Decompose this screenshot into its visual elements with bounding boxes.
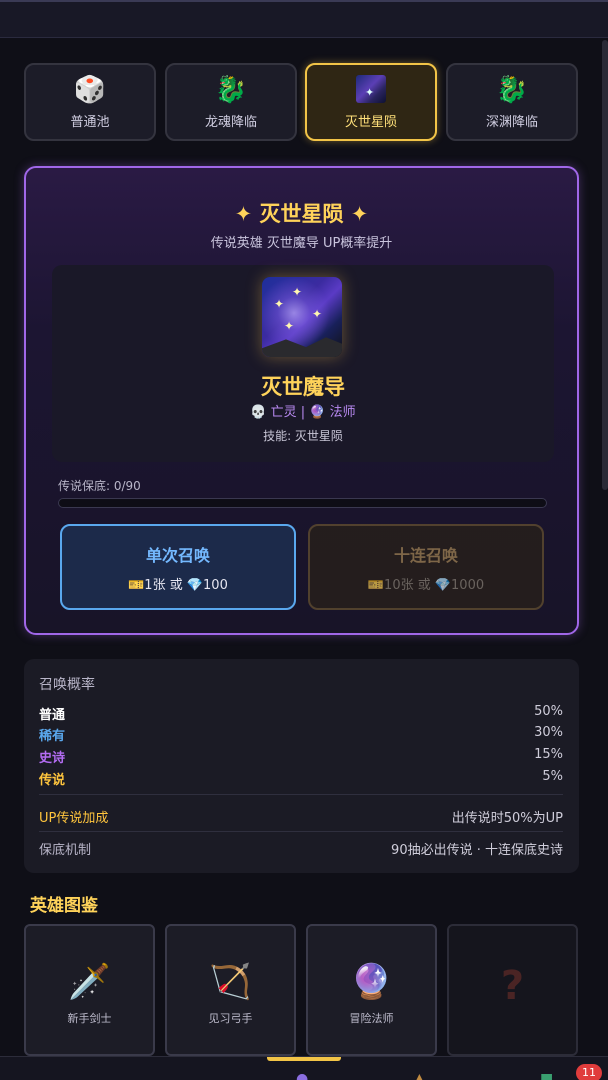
rates-title: 召唤概率	[39, 677, 95, 693]
rarity-rate: 50%	[534, 704, 563, 719]
notification-badge: 11	[576, 1064, 602, 1080]
rarity-name: 传说	[39, 773, 66, 788]
rate-row-common: 普通 50%	[39, 704, 563, 724]
single-summon-button[interactable]: 单次召唤 🎫1张 或 💎100	[60, 524, 296, 610]
pity-rule-label: 保底机制	[39, 843, 92, 858]
divider	[39, 831, 563, 832]
bottom-nav: ● ▲ ■	[0, 1056, 608, 1080]
pool-tabs: 🎲 普通池 🐉 龙魂降临 灭世星陨 🐉 深渊降临	[24, 63, 578, 141]
dice-icon: 🎲	[73, 74, 107, 105]
hero-card-archer[interactable]: 🏹 见习弓手	[165, 924, 296, 1056]
single-summon-cost: 🎫1张 或 💎100	[128, 577, 228, 593]
hero-name: 灭世魔导	[261, 375, 345, 399]
up-bonus-value: 出传说时50%为UP	[451, 811, 563, 826]
question-icon: ?	[500, 963, 525, 1009]
up-bonus-row: UP传说加成 出传说时50%为UP	[39, 807, 563, 827]
home-nav-icon[interactable]: ▲	[414, 1071, 425, 1080]
starfall-icon	[356, 74, 386, 108]
top-bar	[0, 0, 608, 38]
rarity-name: 普通	[39, 708, 66, 723]
rarity-rate: 5%	[542, 769, 563, 784]
tab-abyss[interactable]: 🐉 深渊降临	[446, 63, 578, 141]
tab-label: 普通池	[70, 114, 110, 130]
hero-card-locked[interactable]: ?	[447, 924, 578, 1056]
tab-label: 深渊降临	[485, 114, 538, 130]
banner-subtitle: 传说英雄 灭世魔导 UP概率提升	[210, 236, 393, 251]
summon-banner: ✦ 灭世星陨 ✦ 传说英雄 灭世魔导 UP概率提升 ✦ ✦ ✦ ✦ 灭世魔导 💀…	[24, 166, 579, 635]
collection-title: 英雄图鉴	[30, 896, 98, 916]
hero-portrait: ✦ ✦ ✦ ✦	[262, 277, 342, 357]
hero-card-name: 见习弓手	[208, 1012, 253, 1025]
pity-rule-row: 保底机制 90抽必出传说 · 十连保底史诗	[39, 839, 563, 859]
hero-card-name: 冒险法师	[349, 1012, 394, 1025]
ten-summon-button[interactable]: 十连召唤 🎫10张 或 💎1000	[308, 524, 544, 610]
shop-nav-icon[interactable]: ■	[540, 1071, 553, 1080]
up-bonus-label: UP传说加成	[39, 811, 109, 826]
rate-row-legendary: 传说 5%	[39, 769, 563, 789]
rarity-name: 史诗	[39, 751, 66, 766]
dragon-icon: 🐉	[495, 74, 529, 105]
hero-card-name: 新手剑士	[67, 1012, 112, 1025]
scrollbar[interactable]	[602, 40, 608, 490]
nav-active-indicator	[267, 1057, 341, 1061]
rarity-rate: 30%	[534, 725, 563, 740]
banner-title: ✦ 灭世星陨 ✦	[234, 202, 369, 226]
tab-label: 灭世星陨	[344, 114, 397, 130]
sword-icon: 🗡️	[68, 962, 111, 1002]
pity-counter: 传说保底: 0/90	[58, 479, 141, 493]
tab-label: 龙魂降临	[204, 114, 257, 130]
featured-hero-card: ✦ ✦ ✦ ✦ 灭世魔导 💀 亡灵 | 🔮 法师 技能: 灭世星陨	[52, 265, 554, 462]
pity-progress-bar	[58, 498, 547, 508]
hero-collection: 🗡️ 新手剑士 🏹 见习弓手 🔮 冒险法师 ?	[24, 924, 579, 1056]
ten-summon-cost: 🎫10张 或 💎1000	[367, 577, 485, 593]
summon-rates-panel: 召唤概率 普通 50% 稀有 30% 史诗 15% 传说 5% UP传说加成 出…	[24, 659, 579, 873]
hero-card-mage[interactable]: 🔮 冒险法师	[306, 924, 437, 1056]
summon-nav-icon[interactable]: ●	[296, 1071, 308, 1080]
tab-normal-pool[interactable]: 🎲 普通池	[24, 63, 156, 141]
divider	[39, 794, 563, 795]
tab-dragon-soul[interactable]: 🐉 龙魂降临	[165, 63, 297, 141]
rate-row-rare: 稀有 30%	[39, 725, 563, 745]
rarity-name: 稀有	[39, 729, 66, 744]
dragon-icon: 🐉	[214, 74, 248, 105]
rarity-rate: 15%	[534, 747, 563, 762]
bow-icon: 🏹	[209, 962, 252, 1002]
rate-row-epic: 史诗 15%	[39, 747, 563, 767]
crystal-ball-icon: 🔮	[350, 962, 393, 1002]
hero-skill: 技能: 灭世星陨	[263, 429, 343, 443]
ten-summon-label: 十连召唤	[393, 545, 458, 565]
pity-rule-value: 90抽必出传说 · 十连保底史诗	[391, 843, 563, 858]
hero-tags: 💀 亡灵 | 🔮 法师	[250, 405, 356, 420]
hero-card-swordsman[interactable]: 🗡️ 新手剑士	[24, 924, 155, 1056]
single-summon-label: 单次召唤	[145, 545, 210, 565]
tab-starfall[interactable]: 灭世星陨	[305, 63, 437, 141]
